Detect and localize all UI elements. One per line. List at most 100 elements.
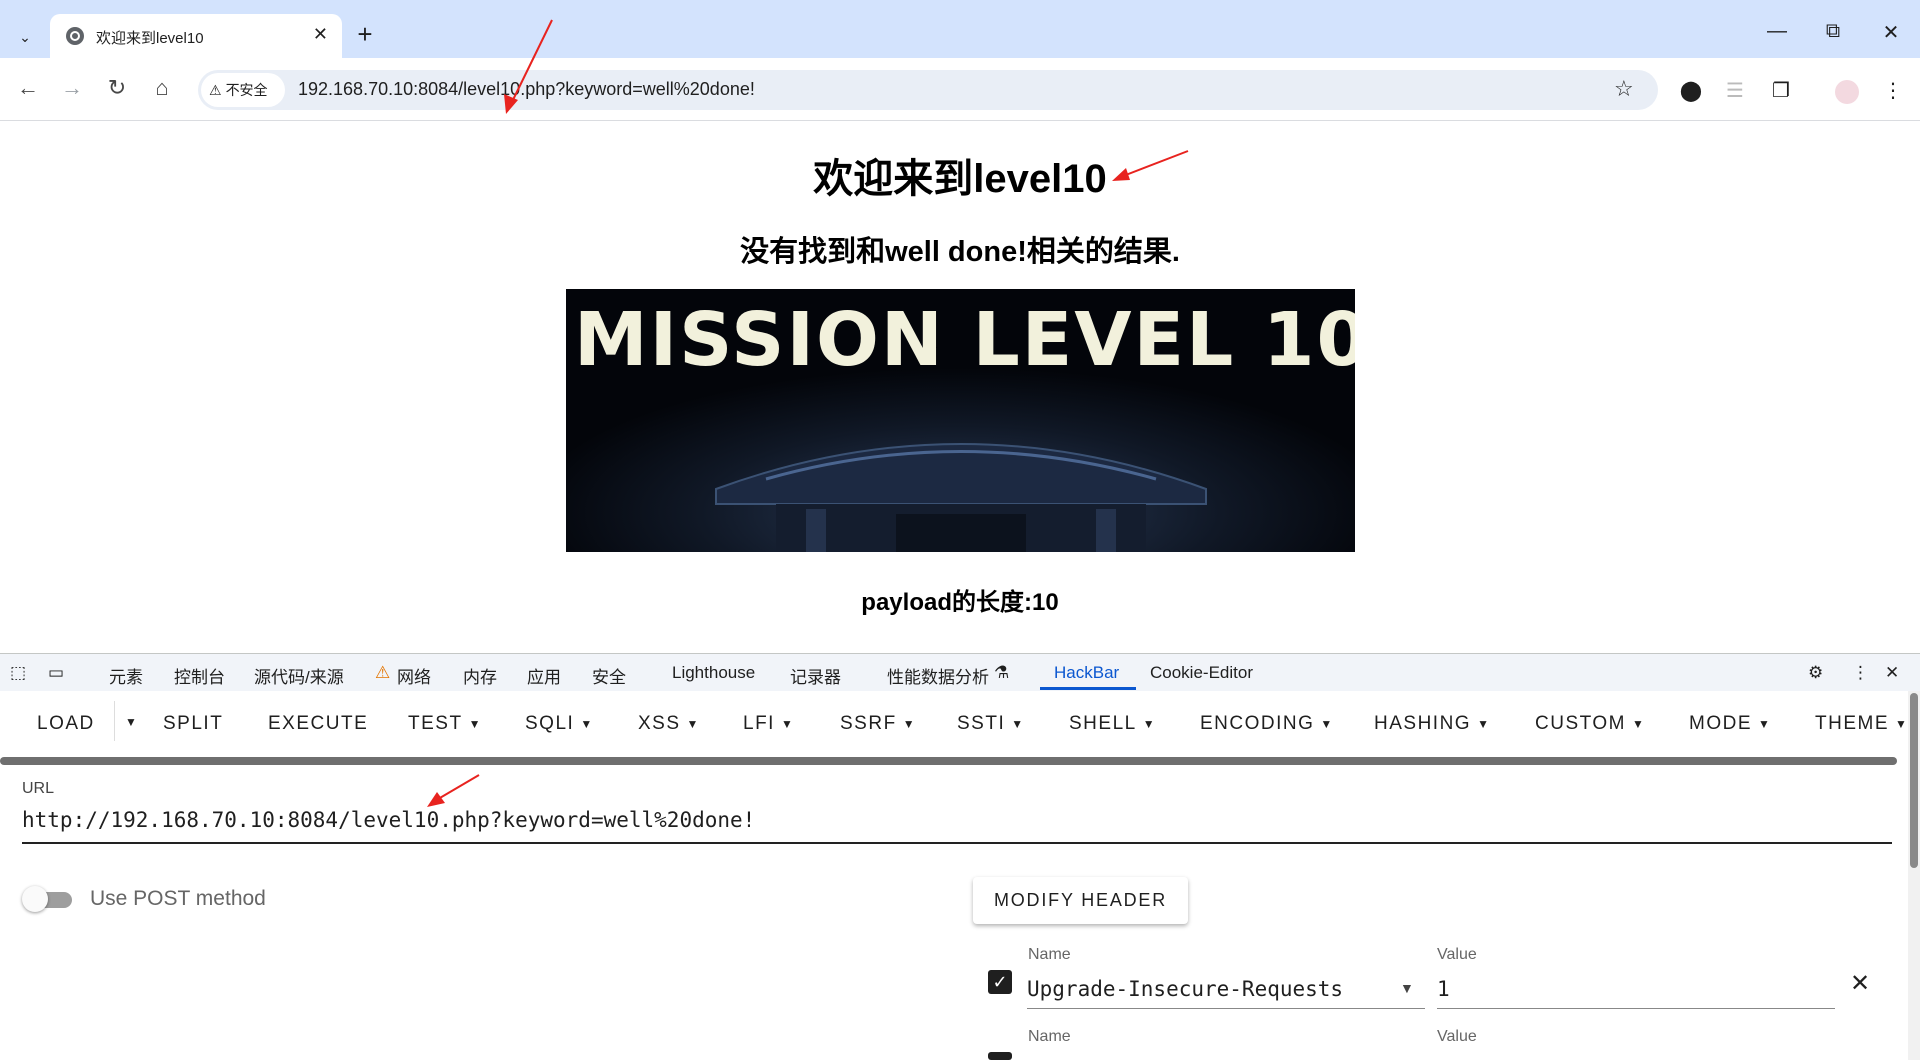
- tab-memory[interactable]: 内存: [463, 663, 497, 688]
- inspect-element-icon[interactable]: ⬚: [10, 663, 26, 683]
- reload-icon[interactable]: ↻: [101, 72, 133, 104]
- ssti-menu[interactable]: SSTI ▼: [957, 713, 1025, 735]
- window-close-icon[interactable]: ✕: [1876, 20, 1906, 45]
- scrollbar-thumb[interactable]: [1910, 693, 1918, 868]
- tab-network[interactable]: 网络: [397, 663, 431, 688]
- tab-performance-insights[interactable]: 性能数据分析: [887, 663, 989, 688]
- extension-bars-icon[interactable]: ☰: [1720, 76, 1750, 106]
- page-heading: 欢迎来到level10: [813, 157, 1107, 201]
- extensions-puzzle-icon[interactable]: ❐: [1766, 76, 1796, 106]
- header-enabled-checkbox[interactable]: [988, 1052, 1012, 1060]
- remove-header-close-icon[interactable]: ✕: [1850, 969, 1870, 998]
- chevron-down-icon: ▼: [1142, 716, 1157, 731]
- tab-sources[interactable]: 源代码/来源: [254, 663, 344, 688]
- forward-icon[interactable]: →: [56, 72, 88, 104]
- tab-lighthouse[interactable]: Lighthouse: [672, 663, 755, 683]
- check-icon: ✓: [992, 972, 1008, 992]
- ssrf-menu[interactable]: SSRF ▼: [840, 713, 916, 735]
- annotation-arrow: [504, 19, 553, 114]
- encoding-menu[interactable]: ENCODING ▼: [1200, 713, 1334, 735]
- tab-cookie-editor[interactable]: Cookie-Editor: [1150, 663, 1253, 683]
- header-value-label: Value: [1437, 946, 1477, 963]
- custom-menu[interactable]: CUSTOM ▼: [1535, 713, 1645, 735]
- tab-title: 欢迎来到level10: [96, 30, 204, 47]
- chevron-down-icon: ▼: [780, 716, 795, 731]
- header-name-label: Name: [1028, 946, 1071, 963]
- sqli-menu[interactable]: SQLI ▼: [525, 713, 594, 735]
- post-method-toggle[interactable]: [22, 886, 74, 912]
- header-name-input[interactable]: Upgrade-Insecure-Requests: [1027, 977, 1343, 1001]
- payload-length-text: payload的长度:10: [861, 589, 1059, 616]
- header-name-label: Name: [1028, 1028, 1071, 1045]
- hashing-menu[interactable]: HASHING ▼: [1374, 713, 1490, 735]
- globe-icon: [66, 27, 84, 45]
- shell-menu[interactable]: SHELL ▼: [1069, 713, 1156, 735]
- chevron-down-icon: ▼: [1758, 716, 1772, 731]
- security-label: 不安全: [225, 82, 268, 98]
- lfi-menu[interactable]: LFI ▼: [743, 713, 794, 735]
- minimize-icon[interactable]: —: [1762, 20, 1792, 43]
- devtools-close-icon[interactable]: ✕: [1885, 663, 1899, 683]
- security-chip[interactable]: ⚠ 不安全: [201, 73, 285, 107]
- hackbar-divider: [0, 757, 1897, 765]
- tab-security[interactable]: 安全: [592, 663, 626, 688]
- header-name-underline: [1027, 1008, 1425, 1009]
- theme-menu[interactable]: THEME ▼: [1815, 713, 1908, 735]
- hackbar-url-input[interactable]: http://192.168.70.10:8084/level10.php?ke…: [22, 808, 755, 832]
- profile-avatar[interactable]: [1832, 76, 1862, 106]
- url-field-label: URL: [22, 780, 55, 797]
- test-menu[interactable]: TEST ▼: [408, 713, 482, 735]
- bookmark-star-icon[interactable]: ☆: [1614, 76, 1634, 102]
- tab-hackbar[interactable]: HackBar: [1054, 663, 1119, 683]
- load-button[interactable]: LOAD: [37, 713, 95, 735]
- tab-close-icon[interactable]: ✕: [313, 24, 328, 45]
- header-value-label: Value: [1437, 1028, 1477, 1045]
- split-button[interactable]: SPLIT: [163, 713, 223, 735]
- browser-tab[interactable]: 欢迎来到level10 ✕: [50, 14, 342, 58]
- home-icon[interactable]: ⌂: [146, 72, 178, 104]
- chevron-down-icon: ▼: [1631, 716, 1646, 731]
- modify-header-button[interactable]: MODIFY HEADER: [973, 877, 1188, 924]
- banner-text: MISSION LEVEL 10: [574, 297, 1355, 383]
- chevron-down-icon: ▼: [1320, 716, 1334, 731]
- header-value-input[interactable]: 1: [1437, 977, 1450, 1001]
- chevron-down-icon: ▼: [468, 716, 482, 731]
- chevron-down-icon: ▼: [902, 716, 917, 731]
- header-name-dropdown-icon[interactable]: ▼: [1400, 980, 1414, 996]
- url-field-underline: [22, 842, 1892, 844]
- mission-level-banner: MISSION LEVEL 10: [566, 289, 1355, 552]
- chevron-down-icon: ▼: [1011, 716, 1025, 731]
- load-dropdown-caret-icon[interactable]: ▼: [114, 701, 138, 741]
- annotation-arrow: [1112, 150, 1189, 181]
- active-tab-indicator: [1040, 687, 1136, 690]
- new-tab-icon[interactable]: +: [352, 20, 378, 48]
- hackbar-menubar: LOAD ▼ SPLIT EXECUTE TEST ▼ SQLI ▼ XSS ▼ LF…: [0, 691, 1920, 757]
- annotation-arrow: [427, 774, 480, 807]
- back-icon[interactable]: ←: [12, 72, 44, 104]
- chevron-down-icon: ▼: [1895, 716, 1909, 731]
- header-enabled-checkbox[interactable]: ✓: [988, 970, 1012, 994]
- search-result-text: 没有找到和well done!相关的结果.: [740, 236, 1180, 268]
- flask-icon: ⚗: [994, 663, 1010, 682]
- tab-console[interactable]: 控制台: [174, 663, 225, 688]
- xss-menu[interactable]: XSS ▼: [638, 713, 700, 735]
- warning-icon: ⚠: [209, 81, 222, 98]
- extension-circle-icon[interactable]: ⬤: [1676, 76, 1706, 106]
- chevron-down-icon: ▼: [580, 716, 594, 731]
- execute-button[interactable]: EXECUTE: [268, 713, 368, 735]
- chevron-down-icon: ▼: [686, 716, 700, 731]
- header-value-underline: [1437, 1008, 1835, 1009]
- chevron-down-icon: ▼: [1477, 716, 1491, 731]
- browser-menu-icon[interactable]: ⋮: [1878, 76, 1908, 106]
- tab-search-chevron-icon[interactable]: ⌄: [10, 22, 40, 52]
- network-warning-icon: ⚠: [375, 663, 391, 682]
- devtools-settings-gear-icon[interactable]: ⚙: [1808, 663, 1823, 683]
- tab-application[interactable]: 应用: [527, 663, 561, 688]
- devtools-more-icon[interactable]: ⋮: [1852, 663, 1869, 683]
- devtools-tabbar: ⬚ ▭ 元素 控制台 源代码/来源 ⚠ 网络 内存 应用 安全 Lighthou…: [0, 653, 1920, 692]
- mode-menu[interactable]: MODE ▼: [1689, 713, 1771, 735]
- tab-elements[interactable]: 元素: [109, 663, 143, 688]
- device-toolbar-icon[interactable]: ▭: [48, 663, 64, 683]
- restore-icon[interactable]: ⧉: [1818, 20, 1848, 43]
- tab-recorder[interactable]: 记录器: [790, 663, 841, 688]
